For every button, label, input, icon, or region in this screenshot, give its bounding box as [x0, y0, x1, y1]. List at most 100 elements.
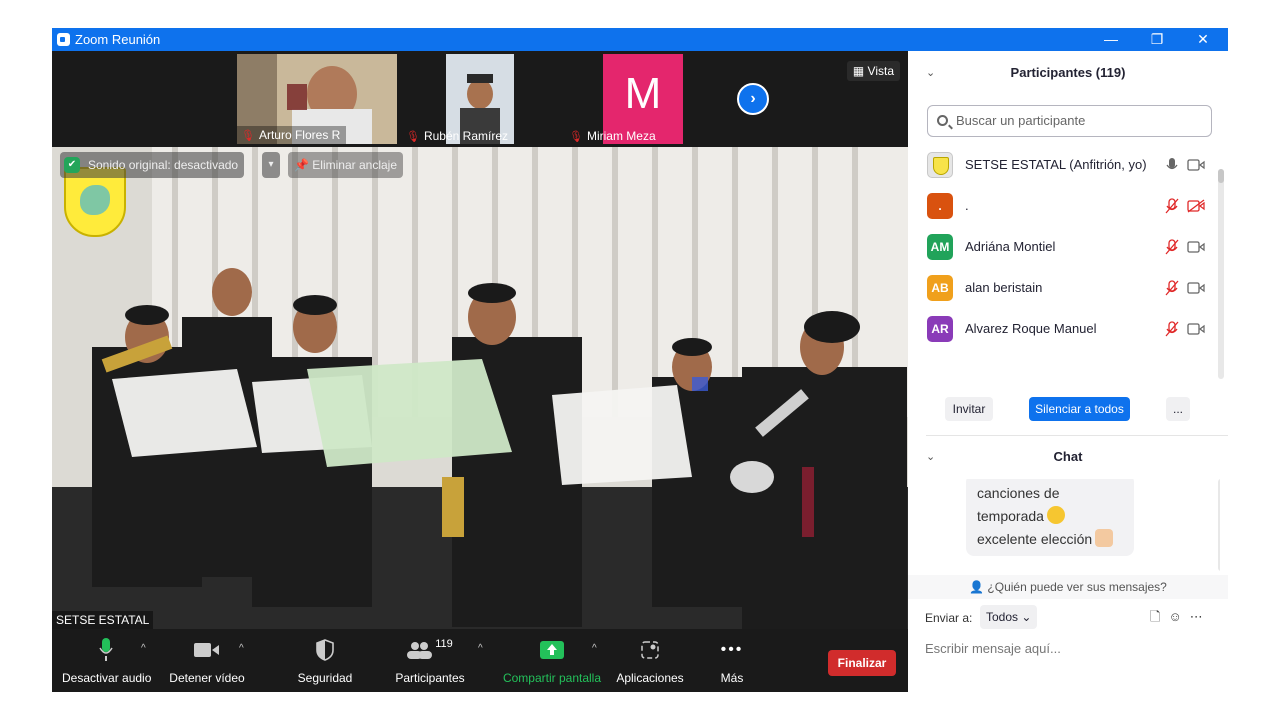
chat-message-bubble: canciones de temporada excelente elecció…	[966, 479, 1134, 556]
chat-tools: 🗋☺⋯	[1150, 608, 1211, 630]
restore-button[interactable]: ❐	[1134, 28, 1180, 51]
original-sound-label: Sonido original: desactivado	[88, 158, 239, 172]
chat-visibility-notice[interactable]: 👤 ¿Quién puede ver sus mensajes?	[908, 575, 1228, 599]
close-button[interactable]: ✕	[1180, 28, 1226, 51]
unpin-label: Eliminar anclaje	[312, 158, 397, 172]
view-label: Vista	[867, 64, 894, 78]
video-off-icon[interactable]	[1187, 199, 1205, 218]
participants-list: SETSE ESTATAL (Anfitrión, yo).. AM Adriána…	[908, 145, 1220, 350]
send-to-select[interactable]: Todos ⌄	[980, 605, 1038, 629]
participant-name: SETSE ESTATAL (Anfitrión, yo)	[965, 157, 1147, 172]
share-screen-icon	[500, 637, 604, 663]
video-camera-icon[interactable]	[1187, 281, 1205, 300]
chevron-down-icon: ⌄	[1021, 610, 1032, 624]
participant-name: Miriam Meza	[586, 129, 656, 143]
video-options-chevron-icon[interactable]: ^	[239, 643, 244, 654]
chat-message-input[interactable]: Escribir mensaje aquí...	[925, 641, 1215, 656]
participants-scrollbar[interactable]	[1218, 169, 1224, 379]
minimize-button[interactable]: —	[1088, 28, 1134, 51]
microphone-icon[interactable]	[1165, 157, 1179, 176]
participant-row[interactable]: AR Alvarez Roque Manuel	[908, 309, 1220, 350]
video-camera-icon[interactable]	[1187, 322, 1205, 341]
chevron-down-icon[interactable]: ⌄	[926, 53, 935, 93]
search-placeholder: Buscar un participante	[956, 113, 1086, 128]
mic-muted-icon[interactable]	[1165, 198, 1179, 217]
zoom-window: Zoom Reunión — ❐ ✕ 🎙 Arturo Flores R 🎙 R…	[52, 28, 1228, 692]
side-panel: ⌄ Participantes (119) Buscar un particip…	[908, 51, 1228, 692]
chat-messages: canciones de temporada excelente elecció…	[908, 479, 1220, 571]
search-icon	[937, 115, 948, 126]
participant-row[interactable]: AM Adriána Montiel	[908, 227, 1220, 268]
file-icon[interactable]: 🗋	[1150, 609, 1168, 624]
video-label: Detener vídeo	[169, 671, 245, 685]
video-thumbnail[interactable]: 🎙 Arturo Flores R	[237, 54, 397, 144]
speaker-name-tag: SETSE ESTATAL	[52, 611, 154, 629]
emoji-icon[interactable]: ☺	[1168, 609, 1189, 624]
end-meeting-button[interactable]: Finalizar	[828, 650, 896, 676]
original-sound-options-button[interactable]: ▾	[262, 152, 280, 178]
original-sound-toggle[interactable]: ✔ Sonido original: desactivado	[60, 152, 245, 178]
participant-name-tag: 🎙 Miriam Meza	[565, 129, 660, 143]
apps-icon	[614, 637, 686, 663]
mic-muted-icon: 🎙	[406, 131, 420, 143]
security-button[interactable]: Seguridad	[292, 637, 358, 685]
avatar: AM	[927, 234, 953, 260]
participant-name: .	[965, 198, 969, 213]
share-screen-button[interactable]: Compartir pantalla	[500, 637, 604, 685]
grid-icon: ▦	[852, 64, 865, 78]
chat-message-line: temporada	[977, 505, 1134, 528]
participant-row[interactable]: ..	[908, 186, 1220, 227]
wink-emoji-icon	[1046, 506, 1065, 524]
video-button[interactable]: Detener vídeo	[169, 637, 245, 685]
video-camera-icon[interactable]	[1187, 240, 1205, 259]
participant-name: Adriána Montiel	[965, 239, 1056, 254]
more-dots-icon[interactable]: ⋯	[1190, 609, 1211, 624]
apps-label: Aplicaciones	[616, 671, 684, 685]
participants-button[interactable]: 119 Participantes	[392, 637, 468, 685]
audio-button[interactable]: Desactivar audio	[62, 637, 152, 685]
band-video	[52, 147, 908, 629]
more-label: Más	[720, 671, 744, 685]
avatar	[927, 152, 953, 178]
security-label: Seguridad	[297, 671, 353, 685]
participant-name: Rubén Ramírez	[423, 129, 509, 143]
participant-row[interactable]: SETSE ESTATAL (Anfitrión, yo)	[908, 145, 1220, 186]
meeting-area: 🎙 Arturo Flores R 🎙 Rubén Ramírez M 🎙 Miria…	[52, 51, 908, 692]
mic-muted-icon[interactable]	[1165, 321, 1179, 340]
thumbs-up-emoji-icon	[1095, 529, 1114, 547]
chat-title: Chat	[1053, 449, 1083, 464]
chevron-down-icon[interactable]: ⌄	[926, 437, 935, 477]
send-to-value: Todos	[986, 610, 1019, 624]
participant-search-input[interactable]: Buscar un participante	[927, 105, 1212, 137]
participants-options-chevron-icon[interactable]: ^	[478, 643, 483, 654]
share-options-chevron-icon[interactable]: ^	[592, 643, 597, 654]
view-button[interactable]: ▦ Vista	[846, 61, 900, 81]
mic-muted-icon[interactable]	[1165, 280, 1179, 299]
next-page-button[interactable]: ›	[737, 83, 769, 115]
participant-name: alan beristain	[965, 280, 1043, 295]
unpin-button[interactable]: 📌 Eliminar anclaje	[288, 152, 403, 178]
active-speaker-video[interactable]: ✔ Sonido original: desactivado ▾ 📌 Elimi…	[52, 147, 908, 629]
title-bar: Zoom Reunión — ❐ ✕	[52, 28, 1228, 51]
participants-count: 119	[435, 638, 453, 650]
more-options-button[interactable]: ...	[1166, 397, 1190, 421]
invite-button[interactable]: Invitar	[945, 397, 993, 421]
audio-options-chevron-icon[interactable]: ^	[141, 643, 146, 654]
pin-icon: 📌	[294, 158, 309, 172]
more-button[interactable]: ••• Más	[712, 637, 752, 685]
video-camera-icon[interactable]	[1187, 158, 1205, 177]
more-dots-icon: •••	[720, 641, 744, 658]
video-camera-icon	[169, 637, 245, 663]
meeting-toolbar: Desactivar audio ^ Detener vídeo ^ Segur…	[52, 629, 908, 692]
security-shield-icon	[292, 637, 358, 663]
chat-scrollbar[interactable]	[1218, 479, 1220, 571]
mic-muted-icon[interactable]	[1165, 239, 1179, 258]
avatar: .	[927, 193, 953, 219]
microphone-icon	[62, 637, 150, 663]
apps-button[interactable]: Aplicaciones	[614, 637, 686, 685]
mute-all-button[interactable]: Silenciar a todos	[1029, 397, 1130, 421]
panel-divider	[926, 435, 1228, 436]
audio-label: Desactivar audio	[62, 671, 152, 685]
participant-initial: M	[624, 69, 662, 118]
participant-row[interactable]: AB alan beristain	[908, 268, 1220, 309]
